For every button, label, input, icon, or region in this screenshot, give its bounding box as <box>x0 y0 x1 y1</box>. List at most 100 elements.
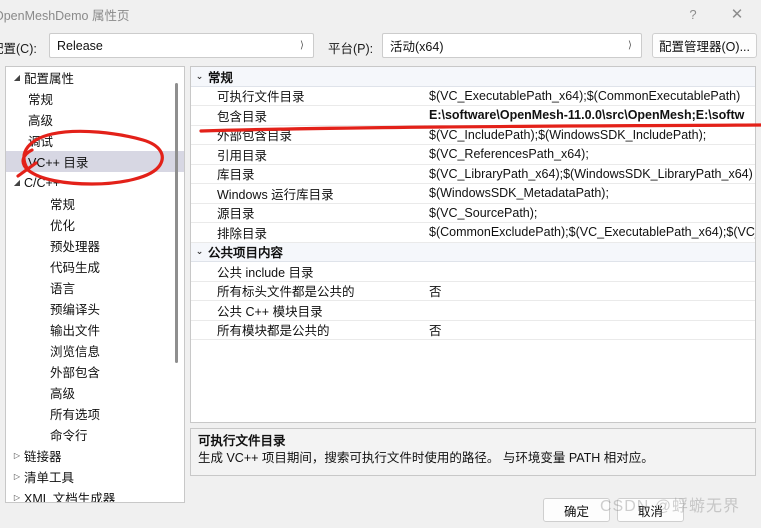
grid-row[interactable]: 所有模块都是公共的 否 <box>191 320 755 340</box>
tree-item-13[interactable]: 浏览信息 <box>6 340 184 361</box>
property-name: 公共 include 目录 <box>217 265 314 280</box>
expander-expanded-icon[interactable]: ◢ <box>10 73 24 82</box>
property-value[interactable]: $(WindowsSDK_MetadataPath); <box>429 186 755 200</box>
tree-item-4[interactable]: VC++ 目录 <box>6 151 184 172</box>
tree-scrollbar[interactable] <box>171 69 182 502</box>
tree-item-5[interactable]: ◢ C/C++ <box>6 172 184 193</box>
window-title: OpenMeshDemo 属性页 <box>0 9 130 23</box>
tree-item-3[interactable]: 调试 <box>6 130 184 151</box>
property-value[interactable]: $(VC_ReferencesPath_x64); <box>429 147 755 161</box>
tree-item-label: 常规 <box>50 198 76 212</box>
grid-row[interactable]: 引用目录 $(VC_ReferencesPath_x64); <box>191 145 755 165</box>
tree-item-label: 命令行 <box>50 429 88 443</box>
configuration-bar: 配置(C): Release ⟩ 平台(P): 活动(x64) ⟩ 配置管理器(… <box>0 30 761 62</box>
tree-item-6[interactable]: 常规 <box>6 193 184 214</box>
property-grid[interactable]: ⌄ 常规 可执行文件目录 $(VC_ExecutablePath_x64);$(Com… <box>190 66 756 423</box>
grid-row[interactable]: 排除目录 $(CommonExcludePath);$(VC_Executable… <box>191 223 755 243</box>
grid-category-label: 常规 <box>208 70 234 85</box>
chevron-down-icon[interactable]: ⌄ <box>191 71 208 81</box>
grid-category-header[interactable]: ⌄ 公共项目内容 <box>191 242 755 262</box>
tree-item-label: 高级 <box>28 114 54 128</box>
tree-item-14[interactable]: 外部包含 <box>6 361 184 382</box>
tree-item-label: VC++ 目录 <box>28 156 89 170</box>
chevron-down-icon: ⟩ <box>300 39 304 51</box>
property-value[interactable]: E:\software\OpenMesh-11.0.0\src\OpenMesh… <box>429 108 755 122</box>
configuration-dropdown[interactable]: Release ⟩ <box>49 33 314 58</box>
watermark: CSDN @蜉蝣无界 <box>600 498 741 515</box>
tree-item-0[interactable]: ◢ 配置属性 <box>6 67 184 88</box>
property-pages-dialog: OpenMeshDemo 属性页 ? ✕ 配置(C): Release ⟩ 平台… <box>0 0 761 528</box>
tree-item-18[interactable]: ▷ 链接器 <box>6 445 184 466</box>
property-name: Windows 运行库目录 <box>217 187 334 202</box>
grid-row[interactable]: 所有标头文件都是公共的 否 <box>191 281 755 301</box>
tree-item-label: 链接器 <box>24 450 62 464</box>
tree-item-label: 所有选项 <box>50 408 101 422</box>
tree-item-label: 外部包含 <box>50 366 101 380</box>
tree-item-20[interactable]: ▷ XML 文档生成器 <box>6 487 184 502</box>
property-value[interactable]: $(VC_LibraryPath_x64);$(WindowsSDK_Libra… <box>429 167 755 181</box>
expander-collapsed-icon[interactable]: ▷ <box>10 472 24 481</box>
property-tree-panel[interactable]: ◢ 配置属性 常规 高级 调试 VC++ 目录 ◢ C/C++ 常规 优化 预处理器 代码生成 语言 预编… <box>5 66 185 503</box>
grid-category-header[interactable]: ⌄ 常规 <box>191 67 755 87</box>
chevron-down-icon[interactable]: ⌄ <box>191 247 208 256</box>
property-value[interactable]: $(VC_ExecutablePath_x64);$(CommonExecuta… <box>429 89 755 103</box>
grid-row[interactable]: 包含目录 E:\software\OpenMesh-11.0.0\src\Open… <box>191 106 755 126</box>
expander-collapsed-icon[interactable]: ▷ <box>10 493 24 502</box>
property-value[interactable]: 否 <box>429 320 755 339</box>
tree-item-19[interactable]: ▷ 清单工具 <box>6 466 184 487</box>
tree-item-label: 清单工具 <box>24 471 75 485</box>
description-panel: 可执行文件目录 生成 VC++ 项目期间，搜索可执行文件时使用的路径。 与环境变… <box>190 428 756 476</box>
tree-item-12[interactable]: 输出文件 <box>6 319 184 340</box>
property-value[interactable]: $(VC_SourcePath); <box>429 206 755 220</box>
tree-item-label: 配置属性 <box>24 72 75 86</box>
property-name: 引用目录 <box>217 148 268 163</box>
tree-item-label: 调试 <box>28 135 54 149</box>
expander-collapsed-icon[interactable]: ▷ <box>10 451 24 460</box>
tree-item-label: C/C++ <box>24 175 61 190</box>
property-name: 可执行文件目录 <box>217 90 305 105</box>
tree-item-15[interactable]: 高级 <box>6 382 184 403</box>
grid-row[interactable]: 可执行文件目录 $(VC_ExecutablePath_x64);$(Common… <box>191 87 755 106</box>
description-text: 生成 VC++ 项目期间，搜索可执行文件时使用的路径。 与环境变量 PATH 相… <box>198 451 654 465</box>
tree-item-label: 代码生成 <box>50 261 101 275</box>
property-name: 排除目录 <box>217 226 268 241</box>
grid-row[interactable]: 外部包含目录 $(VC_IncludePath);$(WindowsSDK_Inc… <box>191 126 755 145</box>
tree-item-label: 预处理器 <box>50 240 101 254</box>
property-name: 公共 C++ 模块目录 <box>217 304 323 319</box>
property-name: 所有标头文件都是公共的 <box>217 285 355 300</box>
tree-item-2[interactable]: 高级 <box>6 109 184 130</box>
configuration-manager-button[interactable]: 配置管理器(O)... <box>652 33 757 58</box>
tree-item-11[interactable]: 预编译头 <box>6 298 184 319</box>
property-value[interactable]: $(CommonExcludePath);$(VC_ExecutablePath… <box>429 225 755 239</box>
tree-item-16[interactable]: 所有选项 <box>6 403 184 424</box>
description-title: 可执行文件目录 <box>198 434 286 448</box>
platform-value: 活动(x64) <box>390 40 444 54</box>
tree-item-label: 语言 <box>50 282 76 296</box>
grid-row[interactable]: 公共 include 目录 <box>191 262 755 282</box>
property-tree: ◢ 配置属性 常规 高级 调试 VC++ 目录 ◢ C/C++ 常规 优化 预处理器 代码生成 语言 预编… <box>6 67 184 502</box>
tree-item-label: 预编译头 <box>50 303 101 317</box>
tree-item-1[interactable]: 常规 <box>6 88 184 109</box>
property-grid-body: ⌄ 常规 可执行文件目录 $(VC_ExecutablePath_x64);$(Com… <box>191 67 755 340</box>
expander-expanded-icon[interactable]: ◢ <box>10 178 24 187</box>
platform-dropdown[interactable]: 活动(x64) ⟩ <box>382 33 642 58</box>
property-value[interactable]: 否 <box>429 281 755 300</box>
grid-row[interactable]: 库目录 $(VC_LibraryPath_x64);$(WindowsSDK_Li… <box>191 165 755 184</box>
tree-item-9[interactable]: 代码生成 <box>6 256 184 277</box>
title-bar: OpenMeshDemo 属性页 ? ✕ <box>0 0 761 28</box>
property-name: 源目录 <box>217 207 255 222</box>
platform-label: 平台(P): <box>328 42 374 56</box>
tree-item-7[interactable]: 优化 <box>6 214 184 235</box>
property-value[interactable]: $(VC_IncludePath);$(WindowsSDK_IncludePa… <box>429 128 755 142</box>
grid-row[interactable]: 公共 C++ 模块目录 <box>191 301 755 321</box>
tree-item-10[interactable]: 语言 <box>6 277 184 298</box>
help-icon[interactable]: ? <box>671 0 715 28</box>
close-icon[interactable]: ✕ <box>715 0 759 28</box>
tree-item-17[interactable]: 命令行 <box>6 424 184 445</box>
tree-item-label: 浏览信息 <box>50 345 101 359</box>
grid-row[interactable]: 源目录 $(VC_SourcePath); <box>191 204 755 223</box>
tree-scrollbar-thumb[interactable] <box>175 83 178 363</box>
tree-item-8[interactable]: 预处理器 <box>6 235 184 256</box>
grid-row[interactable]: Windows 运行库目录 $(WindowsSDK_MetadataPath); <box>191 184 755 204</box>
property-name: 包含目录 <box>217 109 268 124</box>
